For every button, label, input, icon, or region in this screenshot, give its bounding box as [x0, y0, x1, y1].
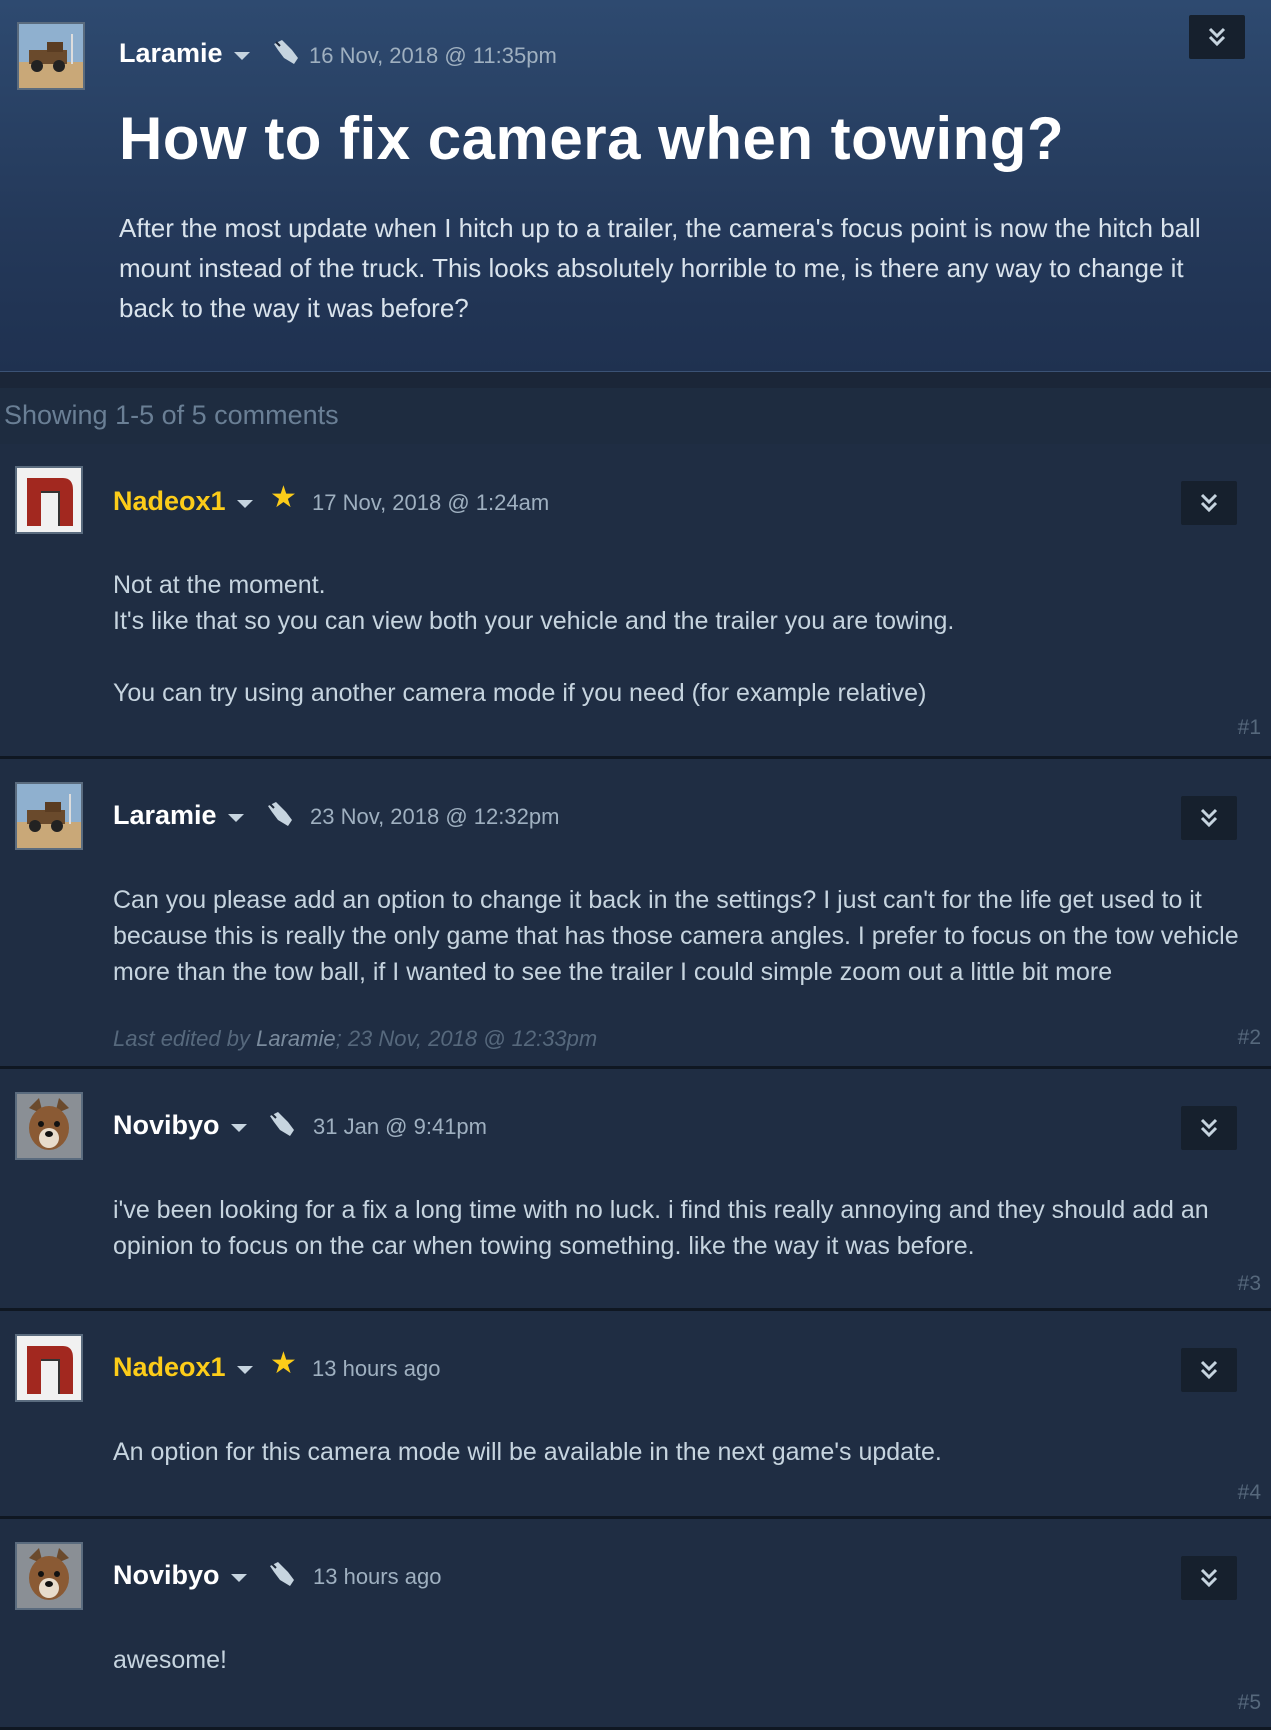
dropdown-caret-icon[interactable] — [228, 814, 244, 822]
comment-line: Not at the moment. — [113, 571, 326, 599]
chevron-double-down-icon — [1200, 1568, 1218, 1588]
dropdown-caret-icon[interactable] — [231, 1124, 247, 1132]
platform-badge-icon — [266, 1558, 298, 1590]
comment-text: Not at the moment. It's like that so you… — [113, 567, 1253, 711]
chevron-double-down-icon — [1200, 1360, 1218, 1380]
comment: Nadeox1 ★ 17 Nov, 2018 @ 1:24am Not at t… — [0, 444, 1271, 759]
dropdown-caret-icon[interactable] — [234, 52, 250, 60]
comment-text: An option for this camera mode will be a… — [113, 1434, 1253, 1470]
comment-menu-button[interactable] — [1181, 481, 1237, 525]
chevron-double-down-icon — [1200, 808, 1218, 828]
comment-line: Can you please add an option to change i… — [113, 886, 1239, 986]
comment-date: 17 Nov, 2018 @ 1:24am — [312, 490, 550, 515]
comment-date: 31 Jan @ 9:41pm — [313, 1114, 487, 1139]
developer-star-icon: ★ — [270, 1347, 297, 1380]
comment-text: Can you please add an option to change i… — [113, 882, 1253, 990]
comment-number[interactable]: #4 — [1238, 1481, 1261, 1505]
dog-avatar[interactable] — [15, 1542, 83, 1610]
comment-line: An option for this camera mode will be a… — [113, 1438, 942, 1466]
comment: Laramie 23 Nov, 2018 @ 12:32pm Can you p… — [0, 759, 1271, 1069]
comment-number[interactable]: #2 — [1238, 1026, 1261, 1050]
dog-avatar[interactable] — [15, 1092, 83, 1160]
developer-star-icon: ★ — [270, 481, 297, 514]
author-name[interactable]: Novibyo — [113, 1110, 220, 1141]
author-name[interactable]: Nadeox1 — [113, 1352, 226, 1383]
comment-date: 13 hours ago — [312, 1356, 441, 1381]
comment-menu-button[interactable] — [1181, 796, 1237, 840]
comment-text: i've been looking for a fix a long time … — [113, 1192, 1253, 1264]
platform-badge-icon — [270, 36, 302, 68]
edited-prefix: Last edited by — [113, 1026, 257, 1051]
comments-count: Showing 1-5 of 5 comments — [4, 400, 339, 430]
comments-summary-bar: Showing 1-5 of 5 comments — [0, 388, 1271, 445]
comment-line: i've been looking for a fix a long time … — [113, 1196, 1209, 1260]
comment-line: awesome! — [113, 1646, 227, 1674]
author-name[interactable]: Nadeox1 — [113, 486, 226, 517]
comment-menu-button[interactable] — [1181, 1348, 1237, 1392]
comment-date: 13 hours ago — [313, 1564, 442, 1589]
platform-badge-icon — [266, 1108, 298, 1140]
author-name[interactable]: Laramie — [119, 38, 223, 69]
author-name[interactable]: Novibyo — [113, 1560, 220, 1591]
original-post: Laramie 16 Nov, 2018 @ 11:35pm How to fi… — [0, 0, 1271, 372]
edited-note: Last edited by Laramie; 23 Nov, 2018 @ 1… — [113, 1026, 597, 1052]
comment: Novibyo 31 Jan @ 9:41pm i've been lookin… — [0, 1069, 1271, 1311]
comment-line: It's like that so you can view both your… — [113, 607, 955, 635]
post-menu-button[interactable] — [1189, 15, 1245, 59]
dropdown-caret-icon[interactable] — [237, 500, 253, 508]
post-date: 16 Nov, 2018 @ 11:35pm — [309, 43, 557, 68]
edited-date: ; 23 Nov, 2018 @ 12:33pm — [335, 1026, 598, 1051]
post-body: After the most update when I hitch up to… — [119, 213, 1201, 323]
chevron-double-down-icon — [1208, 27, 1226, 47]
comment-date: 23 Nov, 2018 @ 12:32pm — [310, 804, 560, 829]
comment-menu-button[interactable] — [1181, 1106, 1237, 1150]
comment-menu-button[interactable] — [1181, 1556, 1237, 1600]
author-name[interactable]: Laramie — [113, 800, 217, 831]
dropdown-caret-icon[interactable] — [237, 1366, 253, 1374]
n-logo-avatar[interactable] — [15, 1334, 83, 1402]
edited-by: Laramie — [256, 1026, 336, 1051]
n-logo-avatar[interactable] — [15, 466, 83, 534]
comment-number[interactable]: #5 — [1238, 1691, 1261, 1715]
chevron-double-down-icon — [1200, 493, 1218, 513]
comment-number[interactable]: #3 — [1238, 1272, 1261, 1296]
comment: Nadeox1 ★ 13 hours ago An option for thi… — [0, 1311, 1271, 1519]
chevron-double-down-icon — [1200, 1118, 1218, 1138]
truck-avatar[interactable] — [15, 782, 83, 850]
platform-badge-icon — [264, 798, 296, 830]
comment-text: awesome! — [113, 1642, 1253, 1678]
truck-avatar[interactable] — [17, 22, 85, 90]
page-title: How to fix camera when towing? — [119, 105, 1065, 172]
comment-number[interactable]: #1 — [1238, 716, 1261, 740]
dropdown-caret-icon[interactable] — [231, 1574, 247, 1582]
comment: Novibyo 13 hours ago awesome! #5 — [0, 1519, 1271, 1730]
comment-line: You can try using another camera mode if… — [113, 679, 927, 707]
